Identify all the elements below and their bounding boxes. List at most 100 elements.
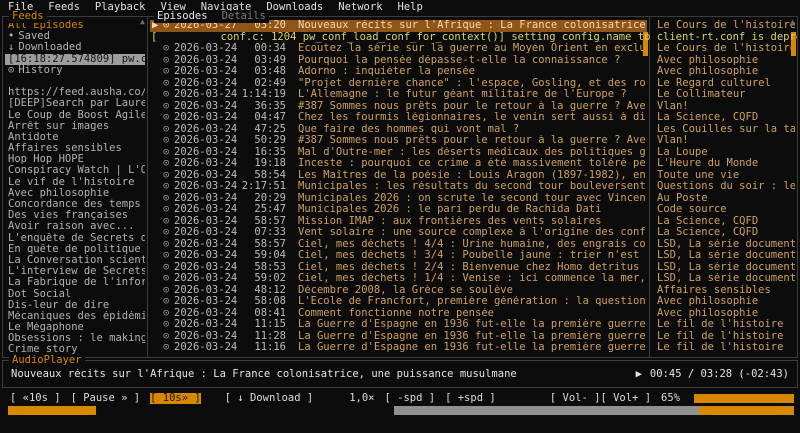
episode-row[interactable]: ⊙ 2026-03-24 58:54 Les Maîtres de la poé… — [150, 170, 647, 182]
episode-row[interactable]: ⊙ 2026-03-24 50:29 #387 Sommes nous prêt… — [150, 135, 647, 147]
episode-feed[interactable]: Les Couilles sur la tab… — [652, 124, 795, 136]
rewind-button[interactable]: [ «10s ] — [10, 393, 61, 405]
feed-item[interactable]: Hop Hop HOPE — [5, 154, 145, 165]
volume-meter[interactable] — [694, 394, 794, 403]
episode-row[interactable]: ⊙ 2026-03-24 20:29 Municipales 2026 : on… — [150, 193, 647, 205]
speed-down-button[interactable]: [ -spd ] — [385, 393, 436, 405]
episode-row[interactable]: ⊙ 2026-03-24 58:57 Mission IMAP : aux fr… — [150, 216, 647, 228]
feed-item[interactable]: Concordance des temps — [5, 199, 145, 210]
feed-item[interactable]: Avec philosophie — [5, 188, 145, 199]
menu-item[interactable]: Downloads — [266, 2, 323, 16]
sidebar-item-saved[interactable]: •Saved — [5, 31, 145, 42]
episode-feed[interactable]: Le Regard culturel — [652, 78, 795, 90]
tab-details[interactable]: Details — [222, 11, 266, 23]
sidebar-item-history[interactable]: ⊙History — [5, 65, 145, 76]
episode-row[interactable]: ⊙ 2026-03-24 25:47 Municipales 2026 : le… — [150, 204, 647, 216]
episode-feed[interactable]: Avec philosophie — [652, 296, 795, 308]
episode-feed[interactable]: Avec philosophie — [652, 308, 795, 320]
episode-row[interactable]: ⊙ 2026-03-24 00:34 Écoutez la série sur … — [150, 43, 647, 55]
feed-item[interactable]: L'enquête de Secrets d'In… — [5, 233, 145, 244]
episode-feed-selected[interactable]: Le Cours de l'histoire — [652, 20, 795, 32]
menu-item[interactable]: Playback — [95, 2, 146, 16]
episode-row[interactable]: ⊙ 2026-03-24 58:57 Ciel, mes déchets ! 4… — [150, 239, 647, 251]
feed-item[interactable]: La Fabrique de l'informat… — [5, 277, 145, 288]
scroll-up-icon[interactable]: ▲ — [790, 18, 795, 26]
episode-row[interactable]: ⊙ 2026-03-24 59:02 Ciel, mes déchets ! 1… — [150, 273, 647, 285]
feed-item[interactable]: Antidote — [5, 132, 145, 143]
episode-row[interactable]: ⊙ 2026-03-24 36:35 #387 Sommes nous prêt… — [150, 101, 647, 113]
feed-item[interactable]: Arrêt sur images — [5, 121, 145, 132]
volume-slider[interactable] — [394, 406, 794, 415]
episode-feed[interactable]: Vlan! — [652, 101, 795, 113]
feed-item[interactable]: Avoir raison avec... — [5, 221, 145, 232]
episode-feed[interactable]: La Science, CQFD — [652, 227, 795, 239]
pause-button[interactable]: [ Pause » ] — [71, 393, 141, 405]
episode-row[interactable]: ⊙ 2026-03-24 11:16 La Guerre d'Espagne e… — [150, 342, 647, 354]
episode-feed[interactable]: Affaires sensibles — [652, 285, 795, 297]
episode-row[interactable]: ⊙ 2026-03-24 02:49 "Projet dernière chan… — [150, 78, 647, 90]
episode-feed[interactable]: La Science, CQFD — [652, 216, 795, 228]
episode-feed[interactable]: Avec philosophie — [652, 55, 795, 67]
feed-item[interactable]: En quête de politique — [5, 244, 145, 255]
feed-item[interactable]: Mécaniques des épidémies — [5, 311, 145, 322]
episode-feed[interactable]: La Loupe — [652, 147, 795, 159]
episode-row[interactable]: ⊙ 2026-03-24 19:18 Inceste : pourquoi ce… — [150, 158, 647, 170]
feed-item[interactable]: [DEEP]Search par Laurent … — [5, 98, 145, 109]
feed-item[interactable]: Affaires sensibles — [5, 143, 145, 154]
episode-feed[interactable]: L'Heure du Monde — [652, 158, 795, 170]
episode-feed[interactable]: Le fil de l'histoire — [652, 319, 795, 331]
episode-feed[interactable]: Le Cours de l'histoire — [652, 43, 795, 55]
episode-row[interactable]: ⊙ 2026-03-24 03:49 Pourquoi la pensée dé… — [150, 55, 647, 67]
download-button[interactable]: [ ↓ Download ] — [225, 393, 314, 405]
feed-item[interactable]: Le Mégaphone — [5, 322, 145, 333]
menu-item[interactable]: Network — [338, 2, 382, 16]
episode-row[interactable]: ⊙ 2026-03-24 48:12 Décembre 2008, la Grè… — [150, 285, 647, 297]
episode-feed[interactable]: Au Poste — [652, 193, 795, 205]
episode-row[interactable]: ⊙ 2026-03-24 59:04 Ciel, mes déchets ! 3… — [150, 250, 647, 262]
episode-row[interactable]: ⊙ 2026-03-24 58:53 Ciel, mes déchets ! 2… — [150, 262, 647, 274]
speed-up-button[interactable]: [ +spd ] — [445, 393, 496, 405]
episode-row[interactable]: ⊙ 2026-03-24 1:14:19 L'Allemagne : le fu… — [150, 89, 647, 101]
sidebar-item-downloaded[interactable]: ↓Downloaded — [5, 42, 145, 53]
episode-feed[interactable]: Avec philosophie — [652, 66, 795, 78]
episode-feed[interactable]: Le fil de l'histoire — [652, 331, 795, 343]
seek-bar[interactable] — [8, 406, 96, 415]
episode-row[interactable]: ⊙ 2026-03-24 04:47 Chez les fourmis légi… — [150, 112, 647, 124]
feed-item[interactable]: Le vif de l'histoire — [5, 177, 145, 188]
episode-feed[interactable]: LSD, La série documenta… — [652, 273, 795, 285]
feed-item[interactable]: Dis-leur de dire — [5, 300, 145, 311]
episode-feed[interactable]: Toute une vie — [652, 170, 795, 182]
episode-feed[interactable]: Questions du soir : le … — [652, 181, 795, 193]
episode-feed[interactable]: La Science, CQFD — [652, 112, 795, 124]
episode-feed[interactable]: LSD, La série documenta… — [652, 250, 795, 262]
scroll-up-icon[interactable]: ▲ — [140, 18, 145, 26]
episode-feed[interactable]: Code source — [652, 204, 795, 216]
episode-row[interactable]: ⊙ 2026-03-24 2:17:51 Municipales : les r… — [150, 181, 647, 193]
menu-item[interactable]: Feeds — [48, 2, 80, 16]
episode-feed[interactable]: LSD, La série documenta… — [652, 262, 795, 274]
episode-feed[interactable]: Le fil de l'histoire — [652, 342, 795, 354]
feed-item[interactable]: Des vies françaises — [5, 210, 145, 221]
episode-row[interactable]: ⊙ 2026-03-24 07:33 Vent solaire : une so… — [150, 227, 647, 239]
episode-feed[interactable]: LSD, La série documenta… — [652, 239, 795, 251]
feed-item[interactable]: L'interview de Secrets d'… — [5, 266, 145, 277]
feed-item[interactable]: Le Coup de Boost Agile — [5, 110, 145, 121]
feed-item[interactable]: Dot Social — [5, 289, 145, 300]
menu-item[interactable]: Help — [398, 2, 423, 16]
episode-row[interactable]: ⊙ 2026-03-24 03:48 Adorno : inquiéter la… — [150, 66, 647, 78]
feed-item[interactable]: Conspiracy Watch | L'Obse… — [5, 165, 145, 176]
episode-row[interactable]: ⊙ 2026-03-24 11:28 La Guerre d'Espagne e… — [150, 331, 647, 343]
forward-button[interactable]: [ 10s» ] — [150, 393, 201, 405]
volume-down-button[interactable]: [ Vol- ] — [550, 393, 601, 405]
episode-row[interactable]: ⊙ 2026-03-24 16:35 Mal d'Outre-mer : les… — [150, 147, 647, 159]
episode-row[interactable]: ⊙ 2026-03-24 58:08 L'École de Francfort,… — [150, 296, 647, 308]
episode-row[interactable]: ⊙ 2026-03-24 11:15 La Guerre d'Espagne e… — [150, 319, 647, 331]
feed-item[interactable]: Obsessions : le making of — [5, 333, 145, 344]
episode-feed[interactable]: Vlan! — [652, 135, 795, 147]
volume-up-button[interactable]: [ Vol+ ] — [600, 393, 651, 405]
feed-item[interactable]: https://feed.ausha.co/yeG… — [5, 87, 145, 98]
episode-feed[interactable]: Le Collimateur — [652, 89, 795, 101]
episode-row[interactable]: ⊙ 2026-03-24 08:41 Comment fonctionne no… — [150, 308, 647, 320]
tab-episodes[interactable]: Episodes — [157, 11, 208, 23]
episode-row[interactable]: ⊙ 2026-03-24 47:25 Que faire des hommes … — [150, 124, 647, 136]
